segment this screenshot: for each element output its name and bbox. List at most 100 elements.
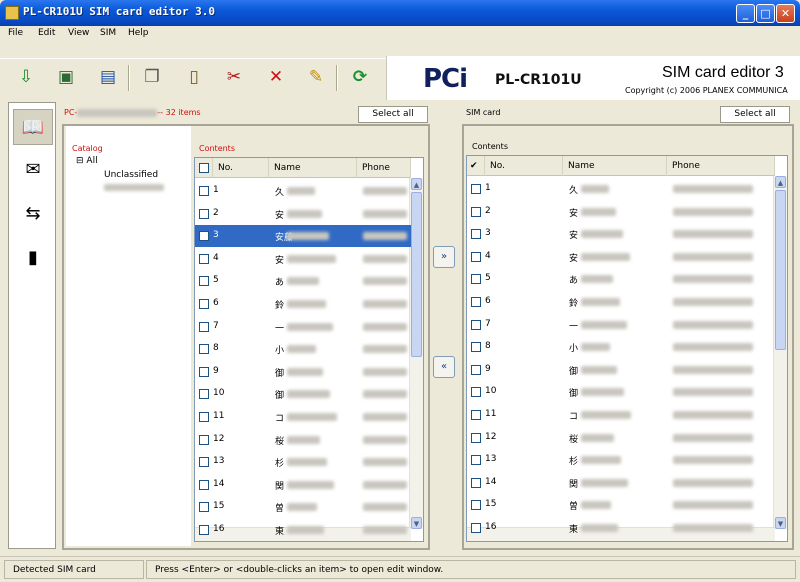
pc-list-vscroll[interactable]: ▲ ▼ <box>409 178 423 529</box>
table-row[interactable]: 12 桜 <box>467 427 775 449</box>
row-checkbox[interactable] <box>199 321 209 332</box>
tree-node-group[interactable] <box>104 184 164 194</box>
table-row[interactable]: 1久 <box>195 180 411 202</box>
col-no[interactable]: No. <box>485 156 563 176</box>
table-row[interactable]: 11 コ <box>195 406 411 428</box>
table-row[interactable]: 16 東 <box>467 517 775 539</box>
table-row[interactable]: 6鈴 <box>195 293 411 315</box>
sms-mode-icon[interactable]: ✉ <box>13 151 53 187</box>
table-row[interactable]: 13 杉 <box>195 451 411 473</box>
sync-mode-icon[interactable]: ⇆ <box>13 195 53 231</box>
row-checkbox[interactable] <box>199 502 209 513</box>
cut-icon[interactable]: ✂ <box>222 65 246 89</box>
table-row[interactable]: 6鈴 <box>467 291 775 313</box>
row-checkbox[interactable] <box>471 229 481 240</box>
table-row[interactable]: 7一 <box>195 316 411 338</box>
row-checkbox[interactable] <box>199 208 209 219</box>
row-checkbox[interactable] <box>471 251 481 262</box>
menu-sim[interactable]: SIM <box>100 28 116 38</box>
table-row[interactable]: 2安 <box>467 201 775 223</box>
menu-view[interactable]: View <box>68 28 89 38</box>
row-checkbox[interactable] <box>471 342 481 353</box>
header-checkbox[interactable] <box>195 158 213 178</box>
table-row[interactable]: 8小 <box>195 338 411 360</box>
row-checkbox[interactable] <box>471 500 481 511</box>
copy-to-pc-button[interactable]: « <box>433 356 455 378</box>
table-row[interactable]: 14 関 <box>467 472 775 494</box>
col-name[interactable]: Name <box>563 156 667 176</box>
row-checkbox[interactable] <box>199 276 209 287</box>
table-row[interactable]: 9御 <box>195 361 411 383</box>
tree-node-all[interactable]: ⊟ All <box>76 156 98 166</box>
minimize-button[interactable]: _ <box>736 4 755 23</box>
save-icon[interactable]: ▤ <box>96 65 120 89</box>
pc-select-all-button[interactable]: Select all <box>358 106 428 123</box>
copy-to-sim-button[interactable]: » <box>433 246 455 268</box>
row-checkbox[interactable] <box>199 253 209 264</box>
row-checkbox[interactable] <box>471 206 481 217</box>
row-checkbox[interactable] <box>471 274 481 285</box>
menu-help[interactable]: Help <box>128 28 149 38</box>
row-checkbox[interactable] <box>199 479 209 490</box>
table-row[interactable]: 2安 <box>195 203 411 225</box>
table-row[interactable]: 5あ <box>467 268 775 290</box>
table-row[interactable]: 5あ <box>195 270 411 292</box>
table-row[interactable]: 4安 <box>467 246 775 268</box>
table-row[interactable]: 11 コ <box>467 404 775 426</box>
row-checkbox[interactable] <box>199 344 209 355</box>
row-checkbox[interactable] <box>199 186 209 196</box>
col-no[interactable]: No. <box>213 158 269 178</box>
row-checkbox[interactable] <box>199 457 209 468</box>
new-entry-icon[interactable]: ✎ <box>304 65 328 89</box>
tree-node-unclassified[interactable]: Unclassified <box>104 170 158 180</box>
computer-icon[interactable]: ▣ <box>54 65 78 89</box>
phonebook-mode-icon[interactable]: 📖 <box>13 109 53 145</box>
refresh-icon[interactable]: ⟳ <box>348 65 372 89</box>
menu-file[interactable]: File <box>8 28 23 38</box>
table-row[interactable]: 15 曽 <box>195 496 411 518</box>
row-checkbox[interactable] <box>471 387 481 398</box>
row-checkbox[interactable] <box>471 523 481 533</box>
sim-list-vscroll[interactable]: ▲ ▼ <box>773 176 787 529</box>
row-checkbox[interactable] <box>199 525 209 535</box>
col-phone[interactable]: Phone <box>357 158 411 178</box>
card-mode-icon[interactable]: ▮ <box>13 239 53 275</box>
row-checkbox[interactable] <box>471 184 481 194</box>
row-checkbox[interactable] <box>471 455 481 466</box>
row-checkbox[interactable] <box>471 432 481 443</box>
table-row[interactable]: 16 東 <box>195 519 411 541</box>
table-row[interactable]: 10 御 <box>195 383 411 405</box>
table-row[interactable]: 15 曽 <box>467 494 775 516</box>
row-checkbox[interactable] <box>199 412 209 422</box>
row-checkbox[interactable] <box>471 410 481 420</box>
row-checkbox[interactable] <box>199 389 209 400</box>
sim-select-all-button[interactable]: Select all <box>720 106 790 123</box>
menu-edit[interactable]: Edit <box>38 28 55 38</box>
import-sim-icon[interactable]: ⇩ <box>14 65 38 89</box>
row-checkbox[interactable] <box>471 297 481 307</box>
paste-icon[interactable]: ▯ <box>182 65 206 89</box>
row-checkbox[interactable] <box>199 231 209 242</box>
close-button[interactable]: ✕ <box>776 4 795 23</box>
row-checkbox[interactable] <box>199 299 209 309</box>
col-name[interactable]: Name <box>269 158 357 178</box>
table-row[interactable]: 9御 <box>467 359 775 381</box>
col-phone[interactable]: Phone <box>667 156 775 176</box>
header-check-icon[interactable]: ✔ <box>467 156 485 176</box>
copy-icon[interactable]: ❐ <box>140 65 164 89</box>
table-row[interactable]: 4安 <box>195 248 411 270</box>
row-checkbox[interactable] <box>471 477 481 488</box>
table-row[interactable]: 10 御 <box>467 381 775 403</box>
row-checkbox[interactable] <box>471 364 481 375</box>
maximize-button[interactable]: □ <box>756 4 775 23</box>
table-row[interactable]: 12 桜 <box>195 429 411 451</box>
table-row[interactable]: 8小 <box>467 336 775 358</box>
table-row[interactable]: 13 杉 <box>467 449 775 471</box>
delete-icon[interactable]: ✕ <box>264 65 288 89</box>
table-row[interactable]: 7一 <box>467 314 775 336</box>
row-checkbox[interactable] <box>199 366 209 377</box>
row-checkbox[interactable] <box>471 319 481 330</box>
table-row[interactable]: 3安 <box>467 223 775 245</box>
table-row[interactable]: 14 関 <box>195 474 411 496</box>
row-checkbox[interactable] <box>199 434 209 445</box>
